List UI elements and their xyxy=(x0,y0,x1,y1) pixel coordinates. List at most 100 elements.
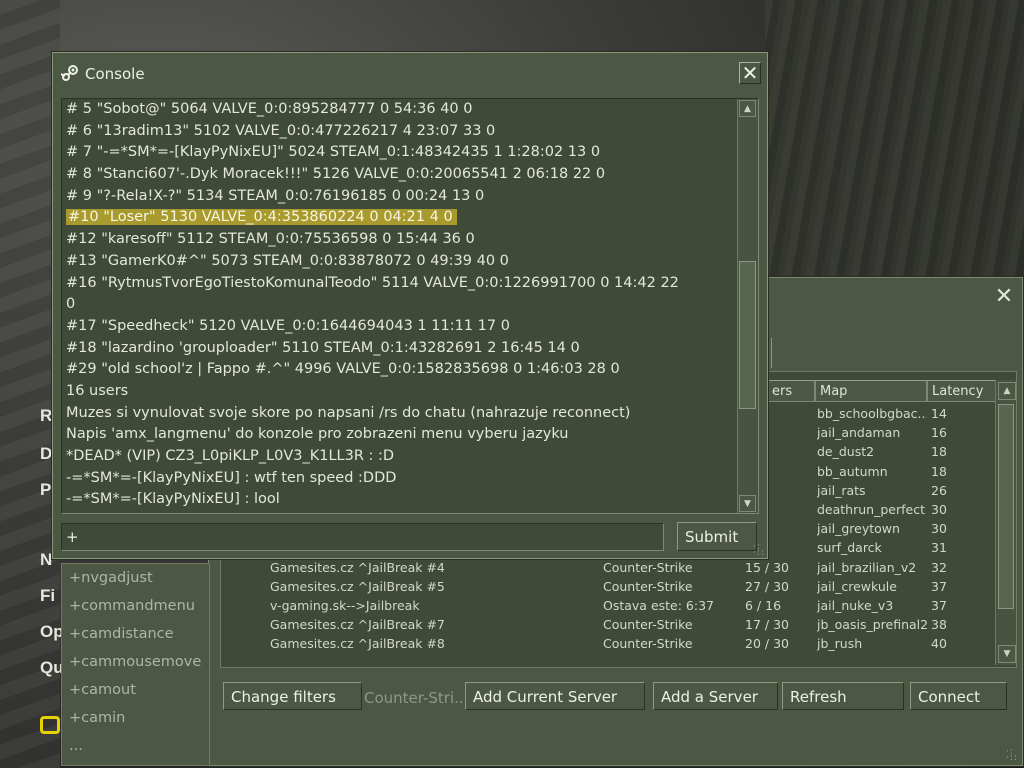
console-log-line: #13 "GamerK0#^" 5073 STEAM_0:0:83878072 … xyxy=(66,251,736,273)
server-map-cell: jail_greytown xyxy=(817,521,900,537)
console-close-button[interactable]: ✕ xyxy=(739,62,761,84)
autocomplete-item[interactable]: +commandmenu xyxy=(62,592,209,620)
console-title: Console xyxy=(85,65,145,83)
console-log-line-selected: #10 "Loser" 5130 VALVE_0:4:353860224 0 0… xyxy=(66,209,457,226)
console-log-text: # 6 "13radim13" 5102 VALVE_0:0:477226217… xyxy=(66,122,496,139)
server-row[interactable]: v-gaming.sk-->Jailbreak Ostava este: 6:37… xyxy=(221,596,996,615)
console-window: Console ✕ # 5 "Sobot@" 5064 VALVE_0:0:89… xyxy=(52,52,768,559)
change-filters-button[interactable]: Change filters xyxy=(223,682,362,710)
server-latency-cell: 37 xyxy=(931,578,947,594)
column-map[interactable]: Map xyxy=(815,380,927,402)
resize-grip-icon[interactable]: ·: ·:: xyxy=(753,543,765,558)
console-log[interactable]: # 5 "Sobot@" 5064 VALVE_0:0:895284777 0 … xyxy=(61,98,759,514)
server-list-scrollbar[interactable]: ▲ ▼ xyxy=(995,380,1016,665)
server-name-cell: Gamesites.cz ^JailBreak #4 xyxy=(270,559,445,575)
resize-grip-icon[interactable]: ·: ·:: xyxy=(1006,748,1018,763)
column-players[interactable]: ers xyxy=(767,380,815,402)
console-log-line: 16 users xyxy=(66,381,736,403)
scroll-thumb[interactable] xyxy=(739,261,756,409)
background-menu-item: D xyxy=(40,444,53,463)
console-log-line: # 9 "?-Rela!X-?" 5134 STEAM_0:0:76196185… xyxy=(66,186,736,208)
server-map-cell: jail_andaman xyxy=(817,425,901,441)
console-scrollbar[interactable]: ▲ ▼ xyxy=(737,99,758,513)
console-log-text: # 8 "Stanci607'-.Dyk Moracek!!!" 5126 VA… xyxy=(66,166,606,183)
server-map-cell: bb_autumn xyxy=(817,463,888,479)
server-latency-cell: 37 xyxy=(931,598,947,613)
console-log-line: #17 "Speedheck" 5120 VALVE_0:0:164469404… xyxy=(66,316,736,338)
server-map-cell: de_dust2 xyxy=(817,444,875,460)
console-log-text: # 5 "Sobot@" 5064 VALVE_0:0:895284777 0 … xyxy=(66,101,473,117)
console-log-text: #12 "karesoff" 5112 STEAM_0:0:75536598 0… xyxy=(66,231,475,248)
console-log-text: #13 "GamerK0#^" 5073 STEAM_0:0:83878072 … xyxy=(66,252,509,269)
background-menu-item: N xyxy=(40,550,53,569)
console-log-line: 0 xyxy=(66,294,736,316)
background-menu-item: R xyxy=(40,406,53,425)
console-log-text: 0 xyxy=(66,296,76,313)
console-command-input[interactable] xyxy=(61,523,664,551)
console-log-text: *DEAD* (VIP) CZ3_L0piKLP_L0V3_K1LL3R : :… xyxy=(66,448,395,464)
autocomplete-item[interactable]: ... xyxy=(62,732,209,760)
server-latency-cell: 16 xyxy=(931,425,947,441)
background-menu-item: P xyxy=(40,480,52,499)
submit-button[interactable]: Submit xyxy=(677,522,757,551)
console-log-text: #16 "RytmusTvorEgoTiestoKomunalTeodo" 51… xyxy=(66,274,679,291)
server-latency-cell: 18 xyxy=(931,444,947,460)
server-map-cell: deathrun_perfect xyxy=(817,502,925,517)
server-map-cell: jb_rush xyxy=(817,636,863,652)
server-name-cell: Gamesites.cz ^JailBreak #5 xyxy=(270,578,445,594)
autocomplete-item[interactable]: +camin xyxy=(62,704,209,732)
connect-button[interactable]: Connect xyxy=(910,682,1007,710)
server-latency-cell: 14 xyxy=(931,406,947,421)
scroll-down-icon[interactable]: ▼ xyxy=(739,495,756,512)
console-log-line: #29 "old school'z | Fappo #.^" 4996 VALV… xyxy=(66,359,736,381)
server-latency-cell: 40 xyxy=(931,636,947,652)
add-current-server-button[interactable]: Add Current Server xyxy=(465,682,645,710)
server-latency-cell: 30 xyxy=(931,521,947,537)
steam-icon xyxy=(61,65,78,81)
server-latency-cell: 38 xyxy=(931,617,947,633)
server-game-cell: Ostava este: 6:37 xyxy=(603,598,714,613)
console-autocomplete-list: +nvgadjust +commandmenu +camdistance +cammo… xyxy=(61,563,210,766)
autocomplete-item[interactable]: +cammousemove xyxy=(62,648,209,676)
add-a-server-button[interactable]: Add a Server xyxy=(653,682,778,710)
server-name-cell: v-gaming.sk-->Jailbreak xyxy=(270,598,420,613)
server-latency-cell: 30 xyxy=(931,502,947,517)
server-row[interactable]: Gamesites.cz ^JailBreak #5 Counter-Strike… xyxy=(221,577,996,596)
server-row[interactable]: Gamesites.cz ^JailBreak #7 Counter-Strike… xyxy=(221,615,996,634)
server-game-cell: Counter-Strike xyxy=(603,636,693,652)
server-map-cell: jail_rats xyxy=(817,482,866,498)
background-wall xyxy=(765,0,1024,290)
server-row[interactable]: Gamesites.cz ^JailBreak #4 Counter-Strike… xyxy=(221,558,996,577)
server-game-cell: Counter-Strike xyxy=(603,617,693,633)
refresh-button[interactable]: Refresh xyxy=(782,682,904,710)
scroll-down-icon[interactable]: ▼ xyxy=(998,645,1016,663)
console-log-text: -=*SM*=-[KlayPyNixEU] : lool xyxy=(66,491,280,508)
background-menu-item: Fi xyxy=(40,586,56,605)
autocomplete-item[interactable]: +camout xyxy=(62,676,209,704)
console-log-line: Napis 'amx_langmenu' do konzole pro zobr… xyxy=(66,424,736,446)
console-log-text: # 9 "?-Rela!X-?" 5134 STEAM_0:0:76196185… xyxy=(66,187,485,204)
scroll-up-icon[interactable]: ▲ xyxy=(998,382,1016,400)
console-log-text: # 7 "-=*SM*=-[KlayPyNixEU]" 5024 STEAM_0… xyxy=(66,144,601,161)
autocomplete-item[interactable]: +camdistance xyxy=(62,620,209,648)
console-log-line: Muzes si vynulovat svoje skore po napsan… xyxy=(66,403,736,425)
server-latency-cell: 32 xyxy=(931,559,947,575)
server-map-cell: bb_schoolbgbac... xyxy=(817,406,927,421)
server-players-cell: 17 / 30 xyxy=(745,617,789,633)
server-players-cell: 27 / 30 xyxy=(745,578,789,594)
scroll-thumb[interactable] xyxy=(998,404,1014,609)
console-log-line: #12 "karesoff" 5112 STEAM_0:0:75536598 0… xyxy=(66,229,736,251)
server-map-cell: jail_nuke_v3 xyxy=(817,598,894,613)
server-latency-cell: 26 xyxy=(931,482,947,498)
filter-game-label: Counter-Stri... xyxy=(364,689,468,707)
background-yellow-mark xyxy=(40,716,60,734)
server-latency-cell: 18 xyxy=(931,463,947,479)
server-map-cell: jail_brazilian_v2 xyxy=(817,559,917,575)
autocomplete-item[interactable]: +nvgadjust xyxy=(62,564,209,592)
console-log-line: # 6 "13radim13" 5102 VALVE_0:0:477226217… xyxy=(66,121,736,143)
server-browser-close-button[interactable]: ✕ xyxy=(992,286,1016,310)
scroll-up-icon[interactable]: ▲ xyxy=(739,100,756,117)
server-row[interactable]: Gamesites.cz ^JailBreak #8 Counter-Strike… xyxy=(221,634,996,653)
column-latency[interactable]: Latency xyxy=(927,380,997,402)
server-map-cell: jail_crewkule xyxy=(817,578,897,594)
